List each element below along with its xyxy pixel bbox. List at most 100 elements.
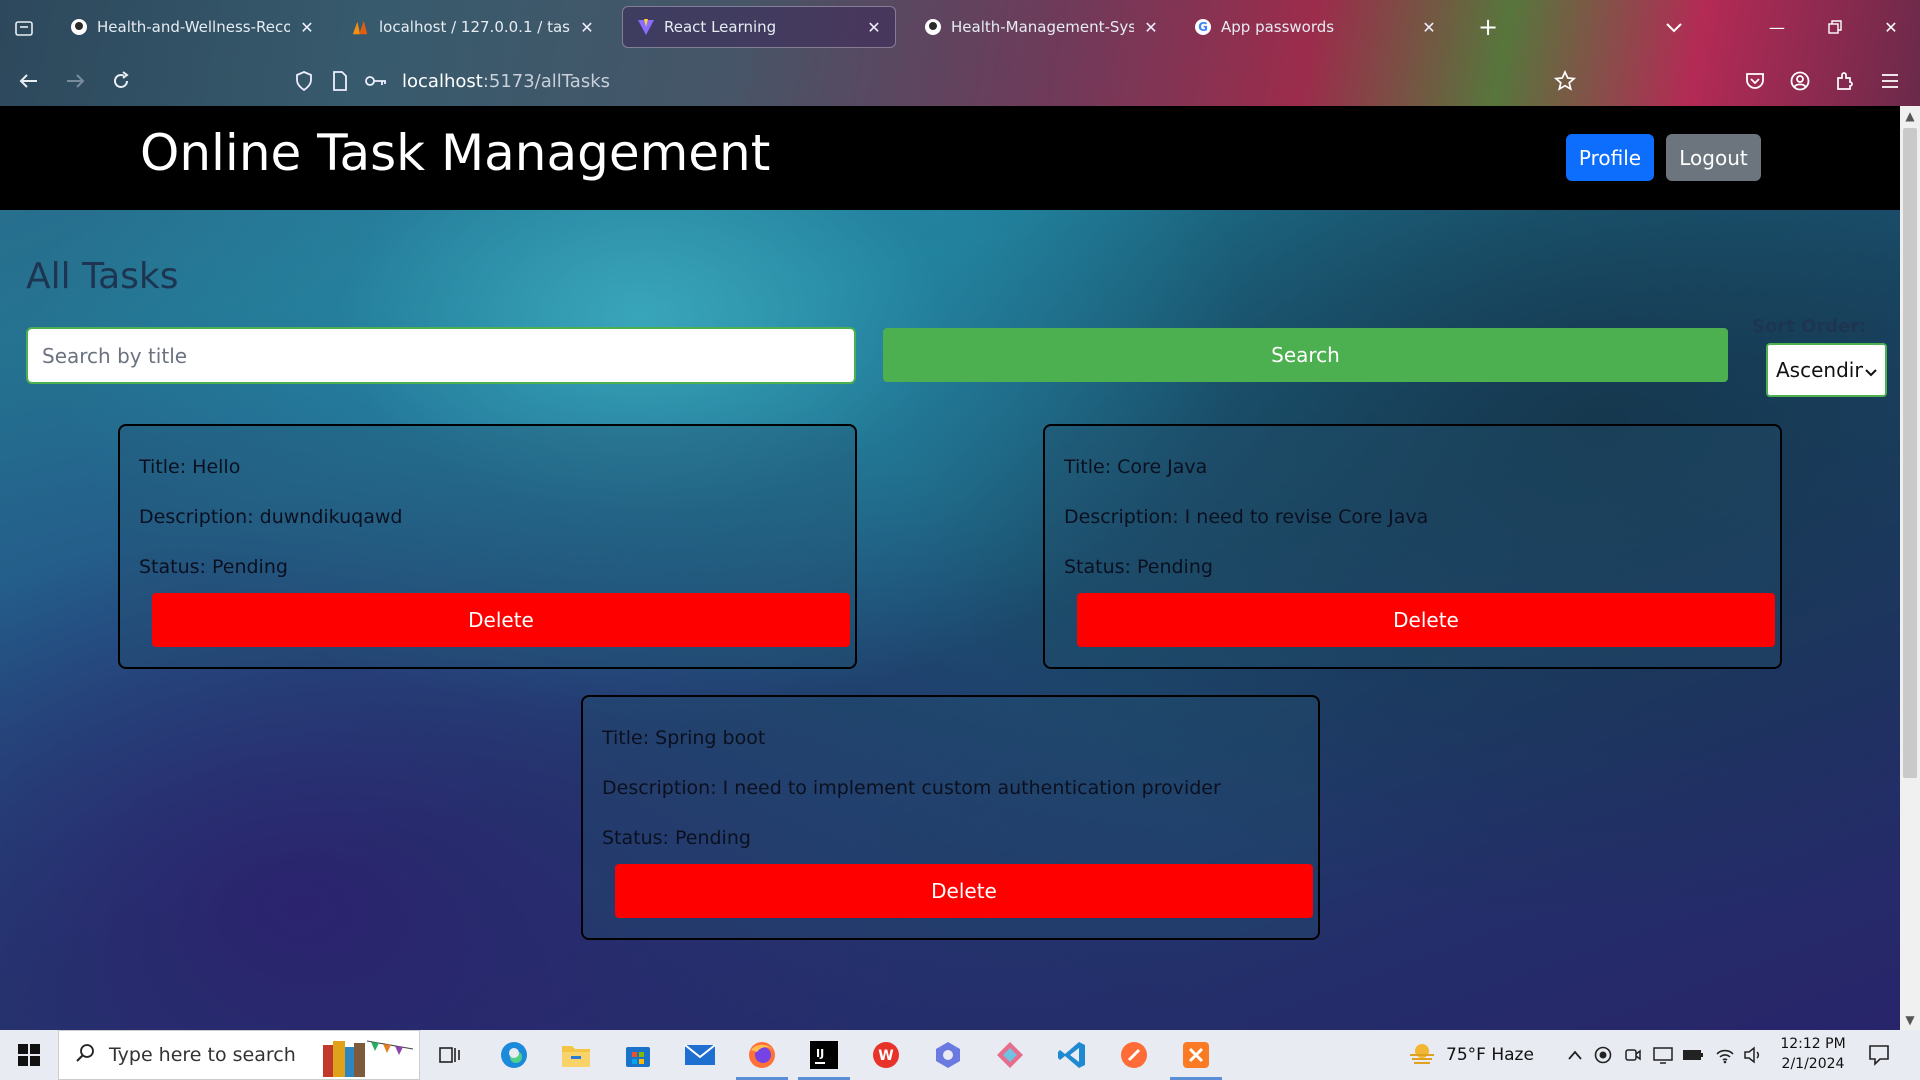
page-icon[interactable] <box>326 67 354 95</box>
battery-icon[interactable] <box>1682 1044 1704 1066</box>
menu-icon[interactable] <box>1875 66 1905 96</box>
copilot-icon[interactable] <box>928 1035 968 1075</box>
url-host: localhost <box>402 70 483 92</box>
pocket-icon[interactable] <box>1740 66 1770 96</box>
scroll-up-icon[interactable]: ▲ <box>1900 106 1920 126</box>
system-clock[interactable]: 12:12 PM 2/1/2024 <box>1776 1034 1850 1074</box>
url-text[interactable]: localhost:5173/allTasks <box>402 71 610 92</box>
new-tab-icon[interactable]: + <box>1474 14 1502 42</box>
phpmyadmin-icon <box>352 18 370 36</box>
task-description: Description: I need to implement custom … <box>602 777 1221 799</box>
file-explorer-icon[interactable] <box>556 1035 596 1075</box>
meet-now-icon[interactable] <box>1622 1044 1644 1066</box>
chevron-up-icon[interactable] <box>1564 1044 1586 1066</box>
tab-app-passwords[interactable]: G App passwords ✕ <box>1180 6 1450 48</box>
close-window-icon[interactable]: ✕ <box>1876 12 1906 42</box>
forward-icon[interactable] <box>60 66 90 96</box>
task-card: Title: Hello Description: duwndikuqawd S… <box>118 424 857 669</box>
postman-icon[interactable] <box>1114 1035 1154 1075</box>
task-status: Status: Pending <box>139 556 288 578</box>
close-icon[interactable]: ✕ <box>578 18 596 37</box>
xampp-icon[interactable] <box>1170 1035 1222 1080</box>
task-view-icon[interactable] <box>430 1035 470 1075</box>
task-title: Title: Hello <box>139 456 241 478</box>
extensions-icon[interactable] <box>1830 66 1860 96</box>
tab-phpmyadmin[interactable]: localhost / 127.0.0.1 / task / users ✕ <box>338 6 608 48</box>
tab-react-learning[interactable]: React Learning ✕ <box>622 6 896 48</box>
browser-chrome: Health-and-Wellness-Recommendation ✕ loc… <box>0 0 1920 106</box>
taskbar-search-box[interactable]: Type here to search <box>58 1030 420 1080</box>
notification-icon[interactable] <box>1866 1042 1892 1068</box>
app-header: Online Task Management Profile Logout <box>0 106 1900 210</box>
task-title: Title: Spring boot <box>602 727 766 749</box>
tab-label: React Learning <box>664 18 777 36</box>
close-icon[interactable]: ✕ <box>1142 18 1160 37</box>
task-card: Title: Spring boot Description: I need t… <box>581 695 1320 940</box>
tab-label: App passwords <box>1221 18 1335 36</box>
clock-date: 2/1/2024 <box>1781 1056 1845 1072</box>
intellij-icon[interactable]: IJ <box>798 1035 850 1080</box>
clock-time: 12:12 PM <box>1780 1036 1846 1052</box>
firefox-icon[interactable] <box>736 1035 788 1080</box>
logout-button[interactable]: Logout <box>1666 134 1761 181</box>
windows-start-icon[interactable] <box>0 1030 58 1080</box>
svg-text:G: G <box>1198 20 1208 34</box>
scroll-thumb[interactable] <box>1903 128 1917 778</box>
delete-button[interactable]: Delete <box>152 593 850 647</box>
books-illustration-icon <box>319 1035 415 1077</box>
search-input[interactable] <box>26 327 856 384</box>
github-icon <box>924 18 942 36</box>
microsoft-store-icon[interactable] <box>618 1035 658 1075</box>
minimize-icon[interactable]: — <box>1762 12 1792 42</box>
reload-icon[interactable] <box>106 66 136 96</box>
google-icon: G <box>1194 18 1212 36</box>
close-icon[interactable]: ✕ <box>298 18 316 37</box>
delete-button[interactable]: Delete <box>615 864 1313 918</box>
record-icon[interactable] <box>1592 1044 1614 1066</box>
tab-bar: Health-and-Wellness-Recommendation ✕ loc… <box>0 0 1920 54</box>
account-icon[interactable] <box>1785 66 1815 96</box>
windows-taskbar: Type here to search IJ W 75°F Haze 12:12… <box>0 1030 1920 1080</box>
weather-text: 75°F Haze <box>1446 1045 1534 1065</box>
task-description: Description: duwndikuqawd <box>139 506 403 528</box>
wps-office-icon[interactable]: W <box>866 1035 906 1075</box>
tab-health-management[interactable]: Health-Management-System/Fr ✕ <box>910 6 1172 48</box>
tab-overview-icon[interactable] <box>10 14 38 42</box>
task-status: Status: Pending <box>1064 556 1213 578</box>
task-title: Title: Core Java <box>1064 456 1208 478</box>
delete-button[interactable]: Delete <box>1077 593 1775 647</box>
close-icon[interactable]: ✕ <box>865 18 883 37</box>
volume-icon[interactable] <box>1742 1044 1764 1066</box>
weather-widget[interactable]: 75°F Haze <box>1408 1040 1534 1070</box>
close-icon[interactable]: ✕ <box>1420 18 1438 37</box>
vertical-scrollbar[interactable]: ▲ ▼ <box>1900 106 1920 1030</box>
git-icon[interactable] <box>990 1035 1030 1075</box>
profile-button[interactable]: Profile <box>1566 134 1654 181</box>
vscode-icon[interactable] <box>1052 1035 1092 1075</box>
task-status: Status: Pending <box>602 827 751 849</box>
shield-icon[interactable] <box>290 67 318 95</box>
sort-order-label: Sort Order: <box>1752 316 1867 337</box>
sort-order-select[interactable]: Ascending <box>1766 343 1887 397</box>
wifi-icon[interactable] <box>1714 1044 1736 1066</box>
mail-icon[interactable] <box>680 1035 720 1075</box>
svg-text:IJ: IJ <box>816 1047 824 1060</box>
display-icon[interactable] <box>1652 1044 1674 1066</box>
search-button[interactable]: Search <box>883 328 1728 382</box>
star-icon[interactable] <box>1550 66 1580 96</box>
vite-icon <box>637 18 655 36</box>
tab-label: Health-Management-System/Fr <box>951 18 1134 36</box>
tab-health-wellness[interactable]: Health-and-Wellness-Recommendation ✕ <box>56 6 328 48</box>
search-icon <box>75 1043 95 1067</box>
key-icon[interactable] <box>362 67 390 95</box>
page-viewport: Online Task Management Profile Logout Al… <box>0 106 1920 1030</box>
restore-icon[interactable] <box>1820 12 1850 42</box>
edge-icon[interactable] <box>494 1035 534 1075</box>
chevron-down-icon <box>1865 358 1877 382</box>
chevron-down-icon[interactable] <box>1660 14 1688 42</box>
address-bar[interactable]: localhost:5173/allTasks <box>290 62 1590 100</box>
github-icon <box>70 18 88 36</box>
back-icon[interactable] <box>14 66 44 96</box>
taskbar-search-placeholder: Type here to search <box>109 1044 296 1066</box>
scroll-down-icon[interactable]: ▼ <box>1900 1010 1920 1030</box>
